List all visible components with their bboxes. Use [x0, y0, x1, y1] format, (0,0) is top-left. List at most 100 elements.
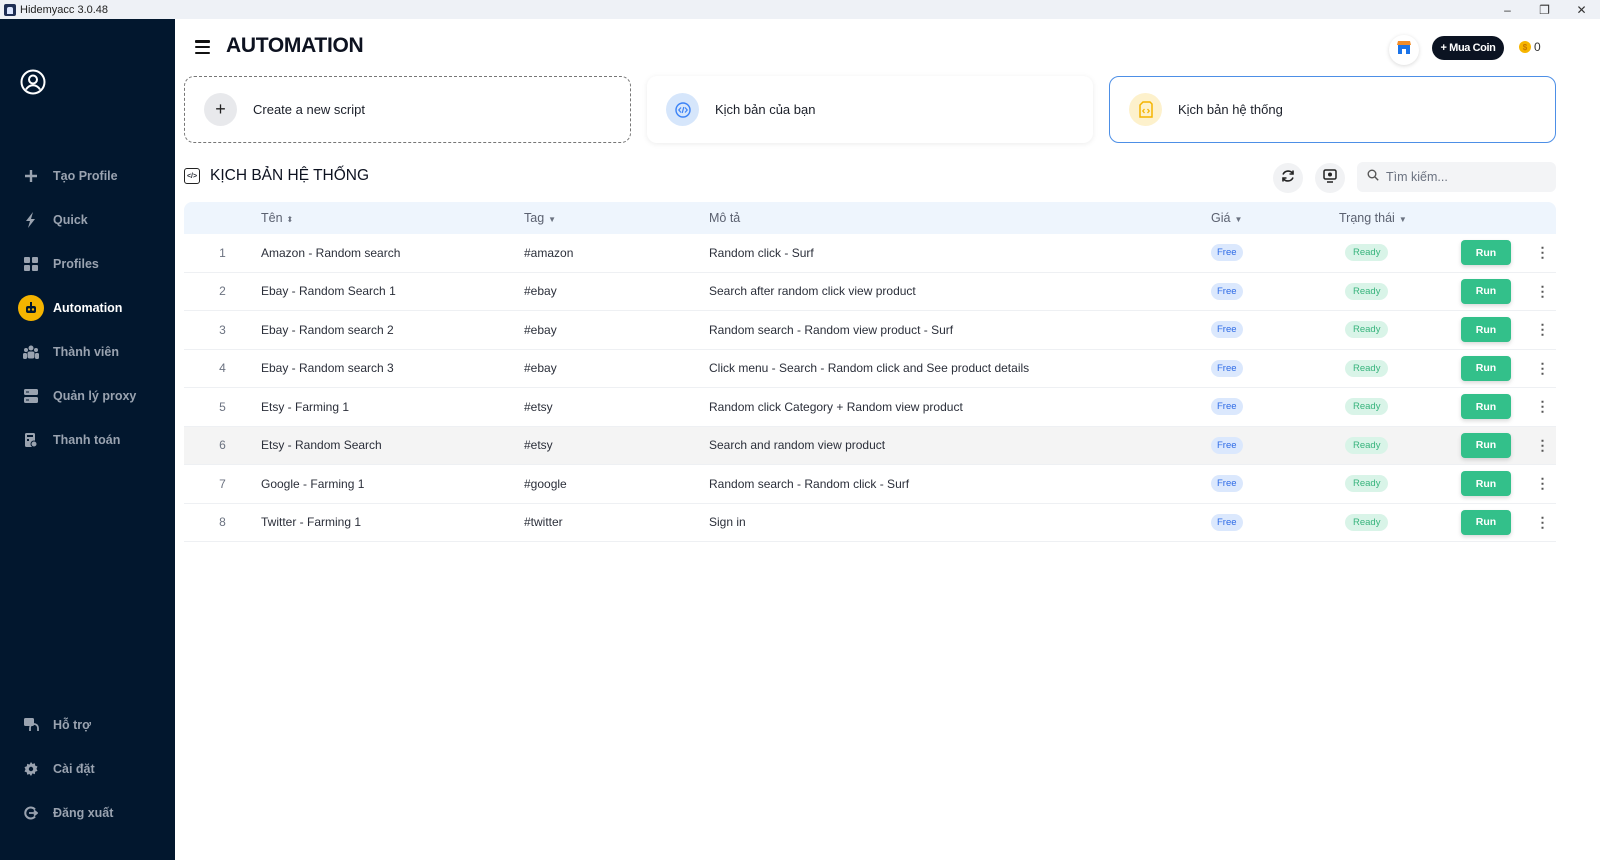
row-index: 4 [219, 361, 226, 376]
more-options-icon[interactable]: ⋮ [1536, 360, 1550, 376]
table-row[interactable]: 5 Etsy - Farming 1 #etsy Random click Ca… [184, 388, 1556, 427]
your-scripts-label: Kịch bản của bạn [715, 102, 816, 117]
column-header-name[interactable]: Tên ⬍ [261, 211, 524, 225]
sidebar-nav-bottom: Hỗ trợ Cài đặt Đăng xuất [0, 703, 175, 835]
sidebar-item-label: Quick [53, 213, 88, 227]
run-button[interactable]: Run [1461, 355, 1511, 381]
plus-icon: + [204, 93, 237, 126]
sidebar-nav-main: Tạo Profile Quick Profiles Automation Th… [0, 154, 175, 462]
refresh-icon [1281, 169, 1295, 188]
coin-icon: $ [1519, 41, 1531, 53]
sidebar-item-quick[interactable]: Quick [0, 198, 175, 242]
create-script-card[interactable]: + Create a new script [184, 76, 631, 143]
gear-icon [18, 756, 44, 782]
price-badge: Free [1211, 475, 1243, 493]
more-options-icon[interactable]: ⋮ [1536, 283, 1550, 299]
run-button[interactable]: Run [1461, 317, 1511, 343]
price-badge: Free [1211, 282, 1243, 300]
more-options-icon[interactable]: ⋮ [1536, 514, 1550, 530]
table-row[interactable]: 2 Ebay - Random Search 1 #ebay Search af… [184, 273, 1556, 311]
script-tag: #etsy [524, 438, 553, 453]
table-row[interactable]: 7 Google - Farming 1 #google Random sear… [184, 465, 1556, 504]
script-name: Etsy - Farming 1 [261, 399, 350, 414]
status-badge: Ready [1345, 244, 1389, 262]
sidebar: Tạo Profile Quick Profiles Automation Th… [0, 19, 175, 860]
more-options-icon[interactable]: ⋮ [1536, 437, 1550, 453]
billing-icon [18, 427, 44, 453]
sidebar-item-members[interactable]: Thành viên [0, 330, 175, 374]
run-button[interactable]: Run [1461, 471, 1511, 497]
more-options-icon[interactable]: ⋮ [1536, 244, 1550, 260]
your-scripts-card[interactable]: Kịch bản của bạn [647, 76, 1093, 143]
members-icon [18, 339, 44, 365]
price-badge: Free [1211, 321, 1243, 339]
script-description: Random search - Random click - Surf [709, 476, 910, 491]
sidebar-item-proxy[interactable]: Quản lý proxy [0, 374, 175, 418]
table-row[interactable]: 4 Ebay - Random search 3 #ebay Click men… [184, 350, 1556, 388]
table-row[interactable]: 1 Amazon - Random search #amazon Random … [184, 234, 1556, 273]
refresh-button[interactable] [1273, 163, 1303, 193]
script-description: Click menu - Search - Random click and S… [709, 361, 1030, 376]
row-index: 8 [219, 515, 226, 530]
sidebar-item-settings[interactable]: Cài đặt [0, 747, 175, 791]
menu-toggle-icon[interactable] [195, 40, 210, 54]
restore-button[interactable]: ❐ [1526, 0, 1563, 19]
column-header-status[interactable]: Trạng thái ▼ [1339, 211, 1461, 225]
sidebar-item-label: Đăng xuất [53, 806, 114, 820]
sidebar-item-logout[interactable]: Đăng xuất [0, 791, 175, 835]
script-tag: #google [524, 476, 567, 491]
page-header: AUTOMATION + Mua Coin $ 0 [175, 19, 1600, 75]
sidebar-item-profiles[interactable]: Profiles [0, 242, 175, 286]
page-title: AUTOMATION [226, 34, 364, 57]
column-header-description: Mô tả [709, 211, 741, 225]
close-button[interactable]: ✕ [1563, 0, 1600, 19]
script-name: Ebay - Random search 2 [261, 322, 394, 337]
script-tag: #amazon [524, 245, 574, 260]
sidebar-item-billing[interactable]: Thanh toán [0, 418, 175, 462]
screen-settings-button[interactable] [1315, 163, 1345, 193]
scripts-table: Tên ⬍ Tag ▼ Mô tả Giá ▼ Trạng thái ▼ 1 Amazo… [184, 202, 1556, 542]
more-options-icon[interactable]: ⋮ [1536, 321, 1550, 337]
run-button[interactable]: Run [1461, 240, 1511, 266]
status-badge: Ready [1345, 436, 1389, 454]
run-button[interactable]: Run [1461, 278, 1511, 304]
script-tag: #ebay [524, 322, 557, 337]
table-row[interactable]: 3 Ebay - Random search 2 #ebay Random se… [184, 311, 1556, 350]
status-badge: Ready [1345, 321, 1389, 339]
window-title: Hidemyacc 3.0.48 [20, 3, 109, 16]
sidebar-item-support[interactable]: Hỗ trợ [0, 703, 175, 747]
script-tag: #ebay [524, 361, 557, 376]
table-row[interactable]: 8 Twitter - Farming 1 #twitter Sign in F… [184, 504, 1556, 542]
script-name: Google - Farming 1 [261, 476, 365, 491]
table-row[interactable]: 6 Etsy - Random Search #etsy Search and … [184, 426, 1556, 465]
store-button[interactable] [1389, 35, 1419, 65]
buy-coin-button[interactable]: + Mua Coin [1432, 36, 1504, 60]
sort-icon: ⬍ [286, 215, 294, 224]
column-header-price[interactable]: Giá ▼ [1211, 211, 1339, 225]
script-description: Random click Category + Random view prod… [709, 399, 963, 414]
script-description: Random search - Random view product - Su… [709, 322, 954, 337]
more-options-icon[interactable]: ⋮ [1536, 475, 1550, 491]
search-input[interactable] [1386, 170, 1546, 184]
system-scripts-card[interactable]: Kịch bản hệ thống [1109, 76, 1556, 143]
run-button[interactable]: Run [1461, 509, 1511, 535]
search-field[interactable] [1357, 162, 1556, 192]
sidebar-item-create-profile[interactable]: Tạo Profile [0, 154, 175, 198]
more-options-icon[interactable]: ⋮ [1536, 398, 1550, 414]
filter-caret-icon: ▼ [1234, 215, 1243, 224]
sidebar-item-automation[interactable]: Automation [0, 286, 175, 330]
status-badge: Ready [1345, 282, 1389, 300]
row-index: 2 [219, 284, 226, 299]
script-name: Etsy - Random Search [261, 438, 382, 453]
column-header-tag[interactable]: Tag ▼ [524, 211, 709, 225]
section-title: KỊCH BẢN HỆ THỐNG [210, 167, 370, 184]
robot-icon [18, 295, 44, 321]
run-button[interactable]: Run [1461, 394, 1511, 420]
status-badge: Ready [1345, 513, 1389, 531]
user-avatar-icon[interactable] [20, 69, 46, 95]
create-script-label: Create a new script [253, 102, 365, 117]
grid-icon [18, 251, 44, 277]
run-button[interactable]: Run [1461, 432, 1511, 458]
minimize-button[interactable]: – [1489, 0, 1526, 19]
file-code-icon [1129, 93, 1162, 126]
